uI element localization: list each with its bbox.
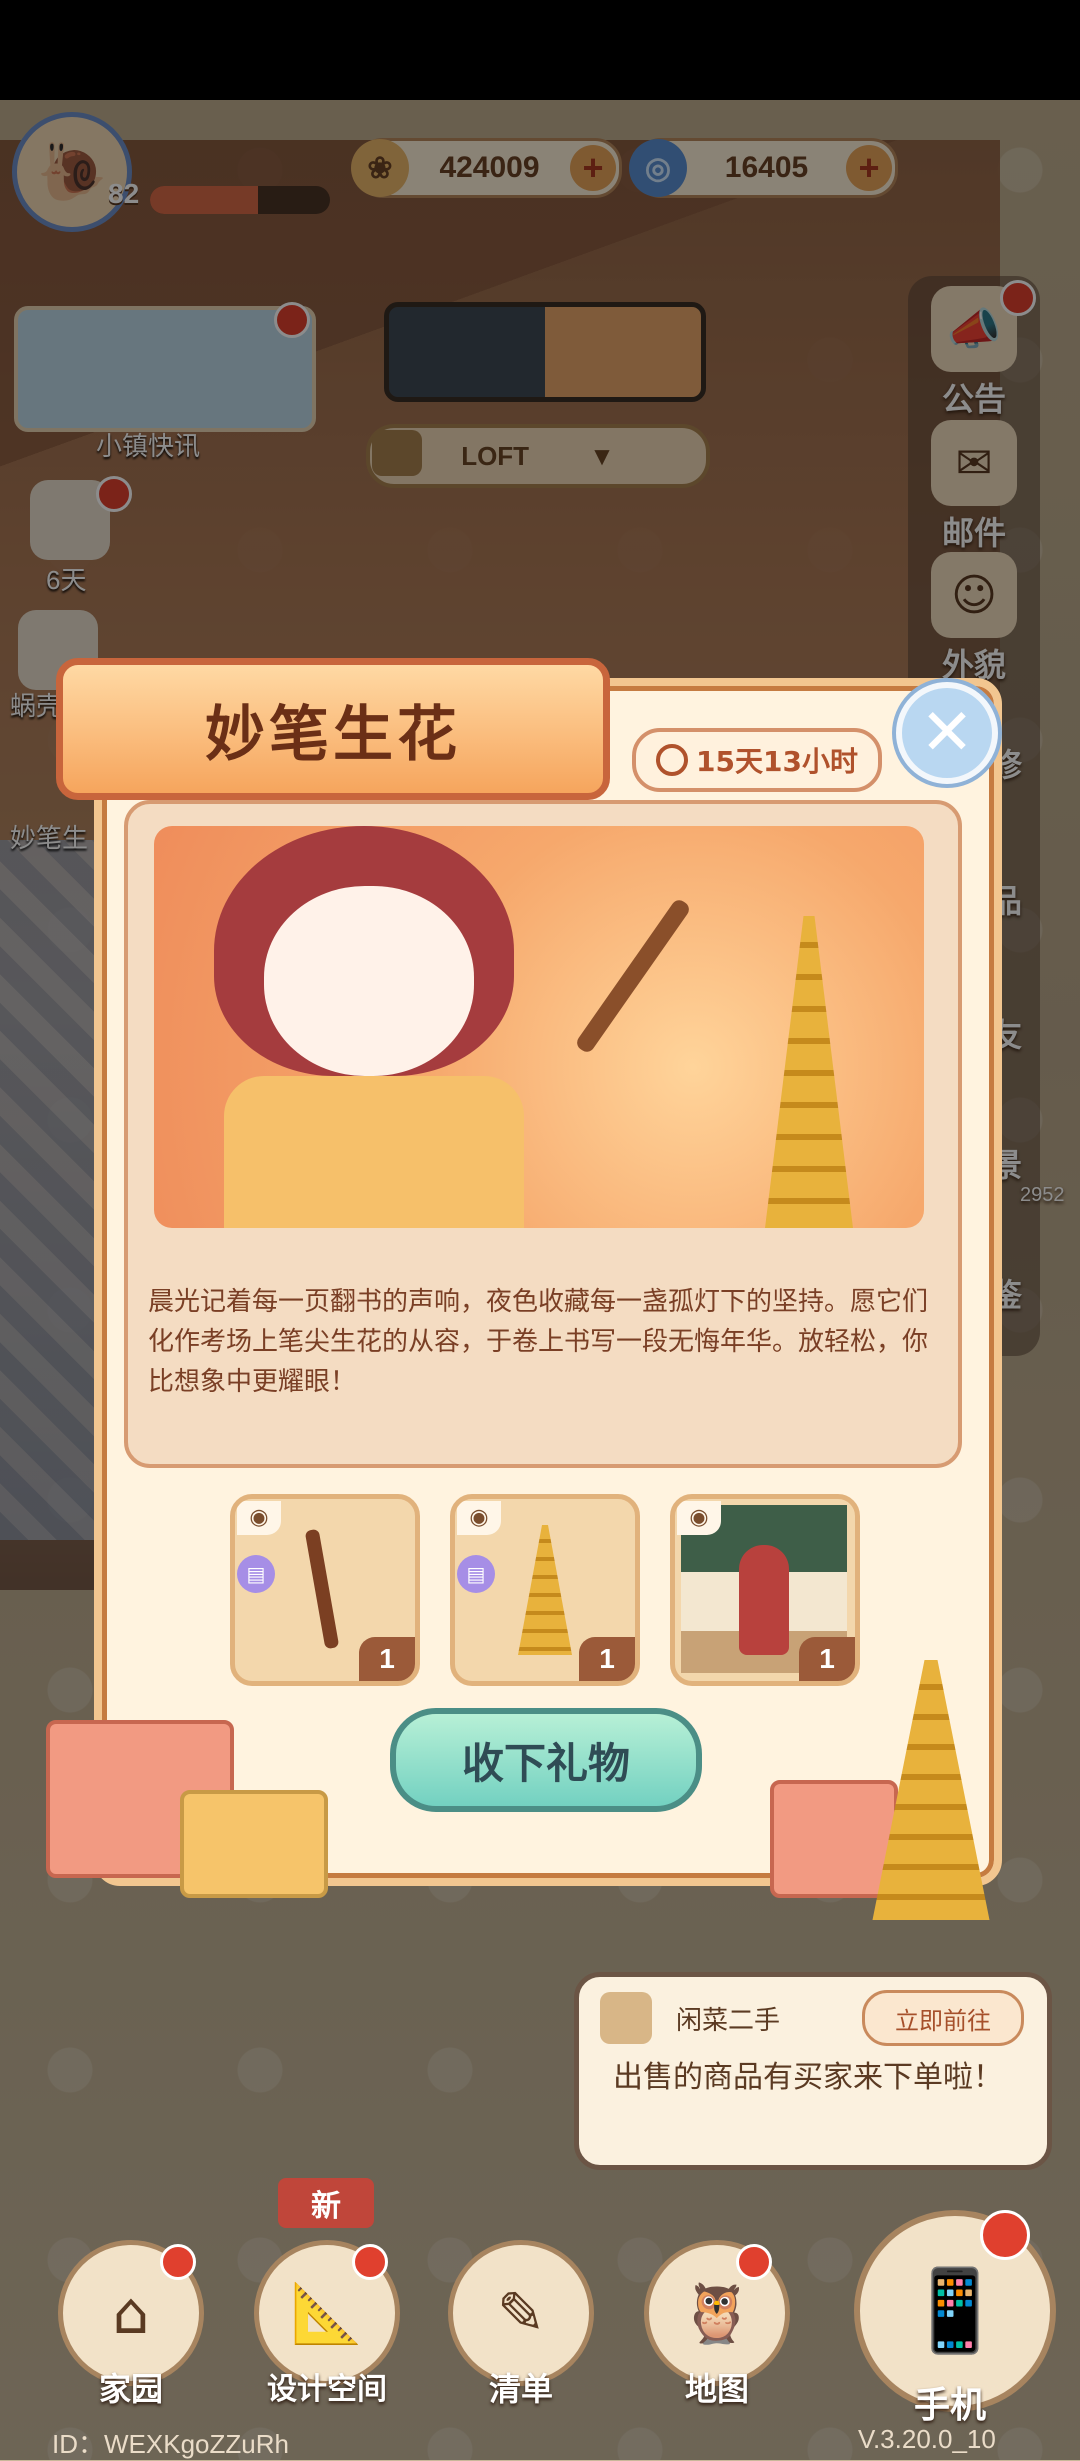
event-timer: 15天13小时 <box>632 728 882 792</box>
nav-design-label: 设计空间 <box>267 2372 387 2407</box>
go-now-button[interactable]: 立即前往 <box>862 1990 1024 2046</box>
accept-gift-button[interactable]: 收下礼物 <box>390 1708 702 1812</box>
eye-icon[interactable]: ◉ <box>677 1501 721 1535</box>
event-description: 晨光记着每一页翻书的声响，夜色收藏每一盏孤灯下的坚持。愿它们化作考场上笔尖生花的… <box>148 1287 929 1397</box>
version-label: V.3.20.0_10 <box>858 2424 996 2454</box>
map-notification-dot <box>736 2244 772 2280</box>
event-timer-text: 15天13小时 <box>696 745 858 778</box>
brush-icon <box>304 1528 340 1650</box>
home-notification-dot <box>160 2244 196 2280</box>
accept-gift-label: 收下礼物 <box>461 1738 630 1788</box>
gift-box-icon <box>180 1790 328 1898</box>
reward-item-pagoda[interactable]: ◉ ▤ 1 <box>450 1494 640 1686</box>
close-icon: ✕ <box>920 696 974 770</box>
nav-list-label: 清单 <box>488 2370 553 2408</box>
box-icon <box>600 1992 652 2044</box>
clock-icon <box>656 744 689 776</box>
design-notification-dot <box>352 2244 388 2280</box>
phone-notification-dot <box>980 2210 1030 2260</box>
furniture-tag-icon: ▤ <box>457 1555 495 1593</box>
reward-item-brush[interactable]: ◉ ▤ 1 <box>230 1494 420 1686</box>
girl-face <box>264 886 474 1076</box>
player-id: ID：WEXKgoZZuRh <box>52 2429 289 2459</box>
girl-body <box>224 1076 524 1228</box>
nav-map-label: 地图 <box>684 2370 749 2408</box>
eye-icon[interactable]: ◉ <box>237 1501 281 1535</box>
new-badge: 新 <box>278 2178 374 2228</box>
modal-title: 妙笔生花 <box>205 699 461 770</box>
toast-message: 出售的商品有买家来下单啦！ <box>613 2060 1003 2095</box>
phone-label: 手机 <box>913 2385 986 2426</box>
close-button[interactable]: ✕ <box>896 682 998 784</box>
nav-home-label: 家园 <box>98 2370 163 2408</box>
toast-title: 闲菜二手 <box>676 2006 781 2036</box>
brush-icon <box>574 897 692 1055</box>
eye-icon[interactable]: ◉ <box>457 1501 501 1535</box>
event-illustration <box>154 826 924 1228</box>
reward-count: 1 <box>799 1637 855 1681</box>
gift-box-icon <box>770 1780 898 1898</box>
character-figure <box>739 1545 789 1655</box>
reward-item-scene[interactable]: ◉ 1 <box>670 1494 860 1686</box>
reward-count: 1 <box>359 1637 415 1681</box>
pagoda-icon <box>518 1525 572 1655</box>
phone-icon: 📱 <box>905 2264 1005 2357</box>
nav-list[interactable]: ✎ 清单 <box>446 2240 596 2410</box>
status-bar <box>0 0 1080 100</box>
modal-title-banner: 妙笔生花 <box>56 658 610 800</box>
furniture-tag-icon: ▤ <box>237 1555 275 1593</box>
reward-count: 1 <box>579 1637 635 1681</box>
pagoda-icon <box>765 916 853 1228</box>
